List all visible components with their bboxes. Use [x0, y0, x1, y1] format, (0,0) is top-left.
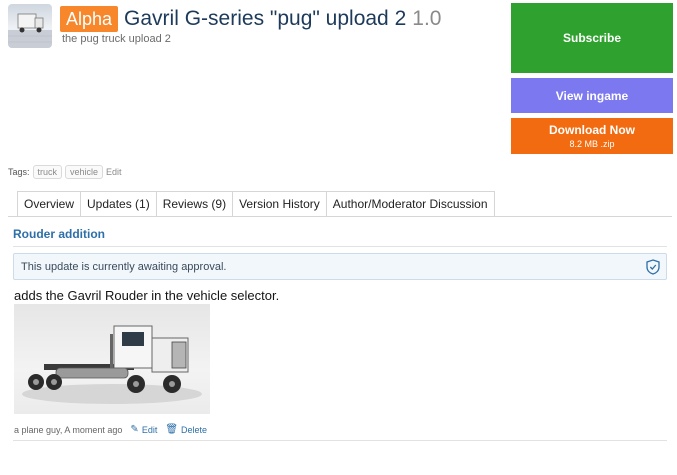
- resource-thumbnail[interactable]: [8, 4, 52, 48]
- tabs-divider: [8, 216, 672, 217]
- tags-row: Tags: truck vehicle Edit: [8, 165, 122, 179]
- tab-version-history[interactable]: Version History: [232, 191, 327, 217]
- update-meta: a plane guy, A moment ago ✎ Edit 🗑 Delet…: [14, 424, 207, 435]
- update-title-divider: [13, 246, 667, 247]
- tab-updates[interactable]: Updates (1): [80, 191, 157, 217]
- tag-truck[interactable]: truck: [32, 165, 63, 179]
- truck-screenshot[interactable]: [14, 304, 210, 414]
- tag-vehicle[interactable]: vehicle: [65, 165, 104, 179]
- tab-bar: Overview Updates (1) Reviews (9) Version…: [17, 191, 495, 217]
- tab-reviews[interactable]: Reviews (9): [155, 191, 234, 217]
- tab-author-discussion[interactable]: Author/Moderator Discussion: [325, 191, 495, 217]
- tab-overview[interactable]: Overview: [17, 191, 82, 217]
- resource-version: 1.0: [412, 7, 442, 30]
- delete-link[interactable]: 🗑 Delete: [165, 424, 207, 435]
- edit-label: Edit: [141, 424, 158, 435]
- delete-label: Delete: [181, 424, 208, 435]
- subscribe-button[interactable]: Subscribe: [511, 3, 673, 73]
- download-size: 8.2 MB .zip: [569, 139, 615, 149]
- shield-check-icon: [646, 259, 660, 275]
- tags-edit-link[interactable]: Edit: [106, 167, 122, 177]
- view-ingame-button[interactable]: View ingame: [511, 78, 673, 113]
- download-button[interactable]: Download Now 8.2 MB .zip: [511, 118, 673, 154]
- approval-notice-text: This update is currently awaiting approv…: [21, 260, 227, 273]
- resource-subtitle: the pug truck upload 2: [62, 33, 171, 45]
- resource-title: Gavril G-series "pug" upload 2: [124, 7, 407, 30]
- approval-notice: This update is currently awaiting approv…: [13, 253, 667, 280]
- page-title: Alpha Gavril G-series "pug" upload 2 1.0: [60, 4, 441, 34]
- alpha-badge: Alpha: [60, 6, 119, 32]
- update-description: adds the Gavril Rouder in the vehicle se…: [14, 288, 280, 303]
- update-author-meta[interactable]: a plane guy, A moment ago: [14, 425, 122, 435]
- download-label: Download Now: [549, 123, 635, 137]
- tags-label: Tags:: [8, 167, 30, 177]
- edit-link[interactable]: ✎ Edit: [130, 424, 157, 435]
- update-title[interactable]: Rouder addition: [13, 227, 105, 241]
- subscribe-label: Subscribe: [562, 31, 622, 45]
- update-bottom-divider: [13, 440, 667, 441]
- view-ingame-label: View ingame: [555, 88, 629, 103]
- trash-icon: 🗑: [165, 424, 179, 435]
- pencil-icon: ✎: [130, 424, 139, 435]
